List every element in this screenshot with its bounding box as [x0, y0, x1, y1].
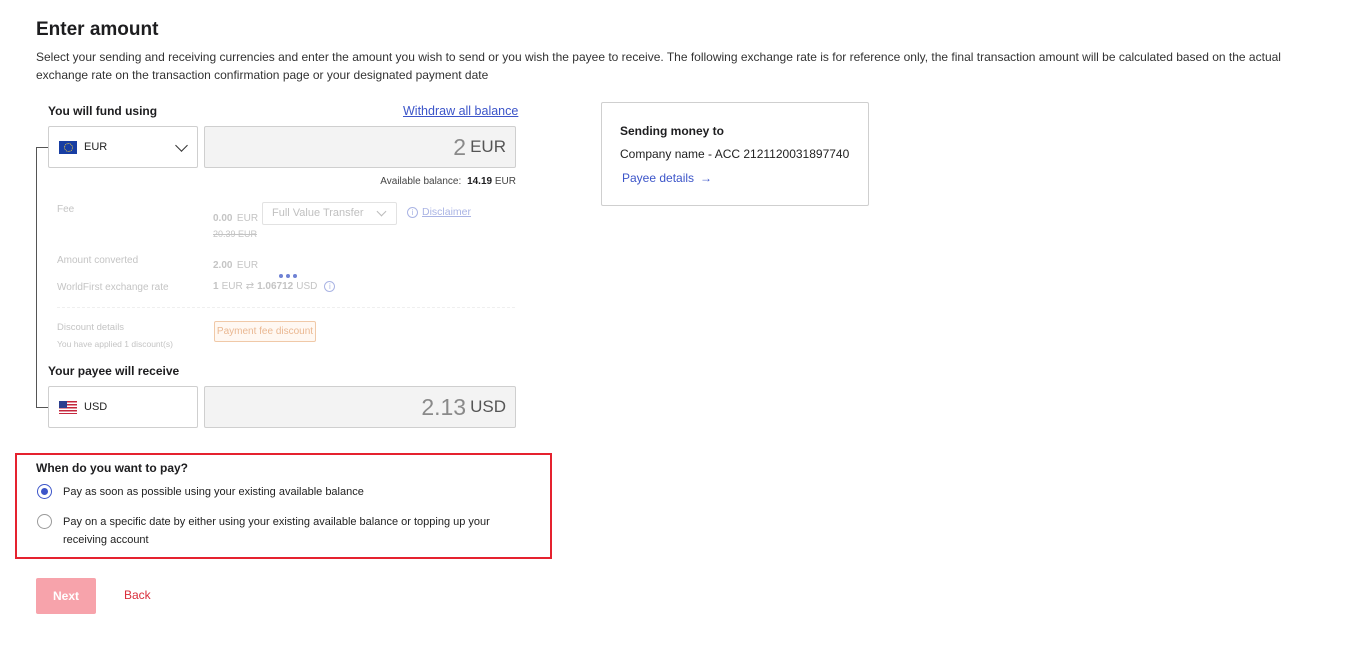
radio-selected[interactable]: [37, 484, 52, 499]
pay-option-specific-date-label: Pay on a specific date by either using y…: [63, 516, 490, 546]
chevron-down-icon: [376, 206, 387, 217]
fee-currency: EUR: [236, 213, 259, 224]
available-balance: Available balance: 14.19 EUR: [380, 176, 516, 187]
info-icon: i: [407, 206, 418, 218]
receive-amount-value: 2.13: [421, 393, 467, 420]
converted-currency: EUR: [236, 260, 259, 271]
rate-to: 1.06712: [257, 281, 294, 292]
fee-type-select[interactable]: Full Value Transfer: [262, 202, 397, 225]
disclaimer[interactable]: i Disclaimer: [407, 206, 471, 218]
loading-dot: [286, 274, 290, 278]
chevron-down-icon: [175, 139, 188, 152]
disclaimer-link[interactable]: Disclaimer: [422, 206, 471, 218]
info-icon[interactable]: i: [324, 281, 336, 292]
eu-flag-icon: [59, 140, 77, 154]
fund-label: You will fund using: [48, 104, 158, 118]
rate-to-currency: USD: [296, 281, 318, 292]
receive-currency-select[interactable]: USD: [48, 386, 198, 428]
radio-unselected[interactable]: [37, 514, 52, 529]
converted-label: Amount converted: [57, 255, 139, 266]
receive-label: Your payee will receive: [48, 364, 180, 378]
pay-option-asap[interactable]: Pay as soon as possible using your exist…: [37, 484, 364, 501]
fee-amount: 0.00 EUR: [213, 208, 258, 226]
page-description: Select your sending and receiving curren…: [36, 50, 1281, 82]
payee-details-link[interactable]: Payee details →: [622, 171, 712, 185]
payment-timing-question: When do you want to pay?: [36, 461, 188, 475]
pay-option-asap-label: Pay as soon as possible using your exist…: [63, 486, 364, 498]
converted-value: 2.00: [213, 260, 233, 271]
exchange-arrows-icon: ⇄: [245, 281, 255, 292]
loading-dot: [293, 274, 297, 278]
rate-from: 1: [213, 281, 219, 292]
payee-details-label: Payee details: [622, 171, 695, 185]
withdraw-all-balance-link[interactable]: Withdraw all balance: [403, 104, 518, 118]
discount-tag: Payment fee discount: [214, 321, 316, 342]
fee-value: 0.00: [213, 213, 233, 224]
fund-currency-value: EUR: [84, 141, 108, 153]
fee-type-value: Full Value Transfer: [272, 207, 364, 219]
divider: [57, 307, 515, 308]
receive-amount-input[interactable]: 2.13 USD: [204, 386, 516, 428]
fee-original: 20.39 EUR: [213, 229, 258, 239]
next-button[interactable]: Next: [36, 578, 96, 614]
fund-currency-select[interactable]: EUR: [48, 126, 198, 168]
sending-card-title: Sending money to: [620, 124, 725, 138]
fund-amount-input[interactable]: 2 EUR: [204, 126, 516, 168]
exchange-rate-label: WorldFirst exchange rate: [57, 282, 169, 293]
back-button[interactable]: Back: [124, 588, 151, 602]
loading-dot: [279, 274, 283, 278]
fund-amount-currency: EUR: [470, 137, 506, 156]
page-title: Enter amount: [36, 19, 159, 40]
payment-timing-section: When do you want to pay? Pay as soon as …: [15, 453, 552, 559]
receive-amount-currency: USD: [470, 397, 506, 416]
payee-name: Company name - ACC 2121120031897740: [620, 147, 850, 161]
fee-label: Fee: [57, 204, 75, 215]
balance-label: Available balance:: [380, 176, 462, 187]
exchange-rate: 1 EUR ⇄ 1.06712 USD i: [213, 281, 336, 292]
discount-sub: You have applied 1 discount(s): [57, 339, 173, 349]
pay-option-specific-date[interactable]: Pay on a specific date by either using y…: [37, 514, 497, 549]
loading-indicator: [279, 274, 297, 278]
arrow-right-icon: →: [700, 171, 713, 185]
us-flag-icon: [59, 400, 77, 414]
receive-currency-value: USD: [84, 401, 108, 413]
fund-amount-value: 2: [453, 133, 467, 160]
balance-currency: EUR: [494, 176, 516, 187]
balance-value: 14.19: [467, 176, 493, 187]
rate-from-currency: EUR: [221, 281, 243, 292]
discount-label: Discount details: [57, 322, 125, 333]
converted-amount: 2.00 EUR: [213, 255, 258, 273]
sending-money-card: Sending money to Company name - ACC 2121…: [601, 102, 869, 206]
conversion-bracket: [36, 147, 48, 408]
